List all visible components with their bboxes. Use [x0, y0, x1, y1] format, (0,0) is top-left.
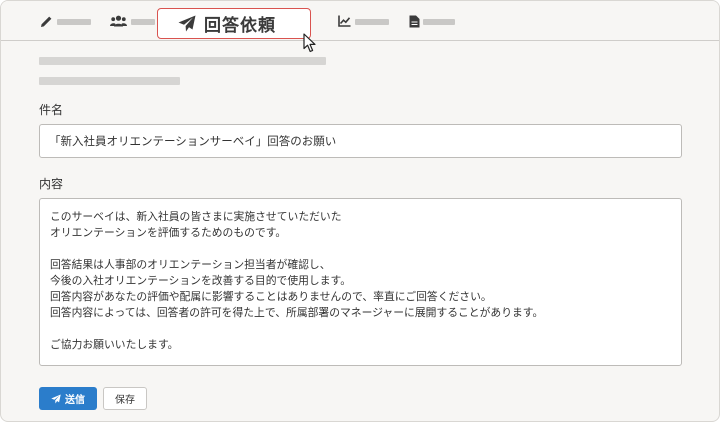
tab-placeholder [57, 19, 91, 25]
tab-placeholder [355, 19, 389, 25]
line-chart-icon[interactable] [337, 14, 351, 28]
tab-label: 回答依頼 [204, 16, 276, 36]
tab-placeholder [131, 19, 155, 25]
subject-label: 件名 [39, 103, 64, 117]
description-placeholder [39, 57, 326, 65]
tab-response-request[interactable]: 回答依頼 [157, 8, 311, 39]
save-button[interactable]: 保存 [103, 387, 147, 410]
send-button-label: 送信 [65, 395, 85, 406]
save-button-label: 保存 [115, 395, 135, 406]
send-button[interactable]: 送信 [39, 387, 97, 410]
users-icon[interactable] [109, 14, 127, 28]
pencil-icon[interactable] [39, 14, 53, 28]
subject-input[interactable]: 「新入社員オリエンテーションサーベイ」回答のお願い [39, 124, 682, 158]
tab-bar: 回答依頼 [1, 1, 719, 41]
paper-plane-icon [178, 15, 196, 32]
tab-placeholder [423, 19, 455, 25]
mouse-cursor-icon [303, 33, 319, 53]
body-label: 内容 [39, 177, 64, 191]
body-textarea[interactable]: このサーベイは、新入社員の皆さまに実施させていただいた オリエンテーションを評価… [39, 198, 682, 366]
app-window: 回答依頼 件名 「新入社員オリエンテーションサーベイ」回答のお願い 内容 このサ… [0, 0, 720, 422]
paper-plane-icon [51, 394, 61, 404]
description-placeholder [39, 77, 180, 85]
document-icon[interactable] [407, 14, 421, 28]
